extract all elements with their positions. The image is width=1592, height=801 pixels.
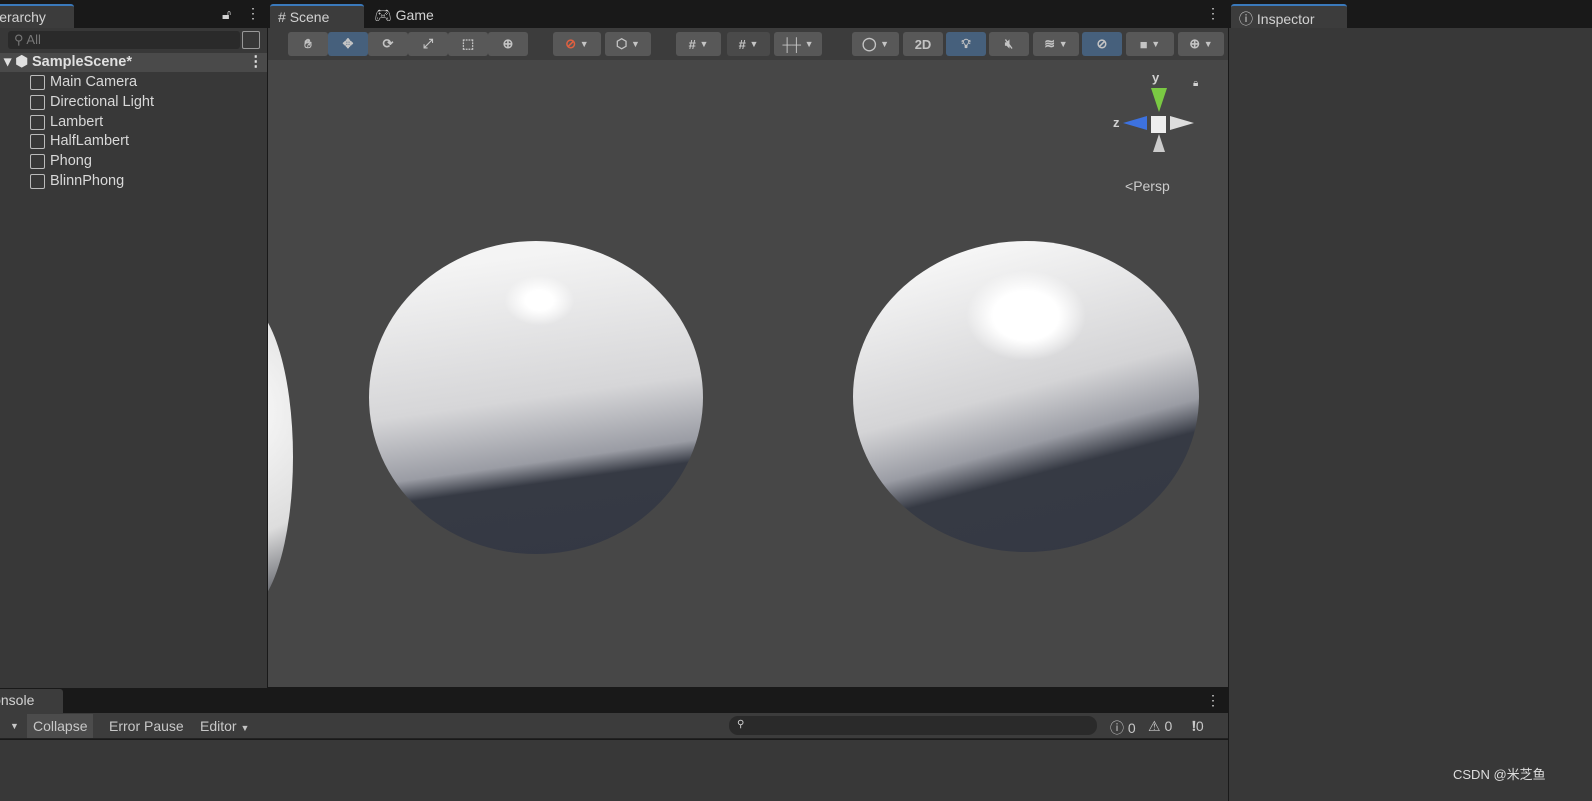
search-options-icon[interactable]	[242, 31, 260, 49]
collapse-button[interactable]: Collapse	[27, 714, 94, 738]
tab-inspector[interactable]: ⓘ Inspector	[1231, 4, 1347, 28]
console-log-area[interactable]	[0, 740, 1228, 801]
warning-icon: ⚠	[1148, 718, 1161, 734]
sphere-halflambert[interactable]	[369, 241, 703, 554]
gizmo-y-axis[interactable]	[1151, 88, 1167, 112]
gizmo-y-label: y	[1152, 70, 1160, 85]
scale-tool[interactable]: ⤢	[408, 32, 448, 56]
scene-row[interactable]: ▾ ⬢ SampleScene* ⋮	[0, 53, 267, 72]
lighting-toggle[interactable]: 💡︎	[946, 32, 986, 56]
gameobject-icon	[30, 153, 45, 169]
warning-count: 0	[1164, 718, 1173, 734]
scene-menu-icon[interactable]: ⋮	[249, 54, 264, 70]
audio-toggle[interactable]: 🔇︎	[989, 32, 1029, 56]
item-label: BlinnPhong	[50, 173, 125, 189]
visibility-toggle[interactable]: ⊘	[1082, 32, 1122, 56]
snap-dropdown[interactable]: # ▼	[727, 32, 770, 56]
lock-icon[interactable]: 🔓︎	[222, 6, 231, 23]
info-icon: ⓘ	[1239, 11, 1253, 27]
tab-label: Game	[395, 7, 434, 23]
list-item[interactable]: Main Camera	[30, 74, 137, 90]
gameobject-icon	[30, 173, 45, 189]
hand-tool[interactable]: ✋︎	[288, 32, 328, 56]
camera-dropdown[interactable]: ■ ▼	[1126, 32, 1174, 56]
item-label: Lambert	[50, 114, 104, 130]
gizmo-z-label: z	[1113, 115, 1120, 130]
hierarchy-search[interactable]: ⚲ All	[8, 31, 240, 49]
effects-dropdown[interactable]: ≋ ▼	[1033, 32, 1079, 56]
tab-console[interactable]: Console	[0, 689, 63, 713]
rect-tool[interactable]: ⬚	[448, 32, 488, 56]
tab-game[interactable]: 🎮︎ Game	[366, 4, 442, 28]
gizmo-center-cube[interactable]	[1151, 116, 1166, 133]
sphere-lambert[interactable]	[268, 302, 293, 612]
search-placeholder: All	[26, 32, 41, 47]
gameobject-icon	[30, 74, 45, 90]
tab-label: Inspector	[1256, 11, 1315, 27]
grid-dropdown[interactable]: # ▼	[676, 32, 721, 56]
more-menu-icon[interactable]: ⋮	[1206, 5, 1220, 22]
gizmo-neg-y-axis[interactable]	[1153, 134, 1165, 152]
watermark: CSDN @米芝鱼	[1453, 767, 1546, 782]
gamepad-icon: 🎮︎	[374, 7, 392, 23]
increment-snap-dropdown[interactable]: ┼┼ ▼	[774, 32, 822, 56]
log-count: 0	[1127, 720, 1136, 736]
projection-text: Persp	[1133, 178, 1170, 194]
item-label: Directional Light	[50, 94, 154, 110]
pivot-dropdown[interactable]: ⊘ ▼	[553, 32, 601, 56]
editor-label: Editor	[200, 718, 237, 734]
orientation-gizmo[interactable]: y z 🔒︎ <Persp	[1113, 70, 1213, 210]
gizmo-lock-icon[interactable]: 🔒︎	[1193, 78, 1198, 89]
editor-dropdown[interactable]: Editor ▼	[194, 714, 255, 738]
list-item[interactable]: Lambert	[30, 114, 103, 130]
log-count-toggle[interactable]: ⓘ 0	[1104, 714, 1142, 738]
item-label: Main Camera	[50, 74, 138, 90]
error-count: 0	[1195, 718, 1204, 734]
gizmo-x-axis[interactable]	[1170, 116, 1194, 130]
sphere-phong[interactable]	[853, 241, 1199, 552]
log-icon: ⓘ	[1110, 720, 1124, 736]
global-dropdown[interactable]: ⬡ ▼	[605, 32, 651, 56]
2d-toggle[interactable]: 2D	[903, 32, 943, 56]
scene-name: SampleScene*	[32, 54, 132, 70]
tab-scene[interactable]: # Scene	[270, 4, 364, 28]
scene-viewport[interactable]: y z 🔒︎ <Persp	[268, 60, 1228, 687]
gameobject-icon	[30, 133, 45, 149]
unity-icon: ⬢	[15, 54, 28, 70]
item-label: HalfLambert	[50, 133, 129, 149]
tab-label: Scene	[289, 9, 330, 25]
list-item[interactable]: BlinnPhong	[30, 173, 124, 189]
inspector-panel	[1229, 28, 1592, 801]
warning-count-toggle[interactable]: ⚠ 0	[1142, 714, 1178, 738]
gizmo-z-axis[interactable]	[1123, 116, 1147, 130]
error-pause-button[interactable]: Error Pause	[103, 714, 190, 738]
list-item[interactable]: Phong	[30, 153, 92, 169]
rotate-tool[interactable]: ⟳	[368, 32, 408, 56]
more-menu-icon[interactable]: ⋮	[246, 5, 260, 22]
shading-mode-dropdown[interactable]: ◯ ▼	[852, 32, 899, 56]
console-search[interactable]: ⚲	[729, 716, 1097, 735]
item-label: Phong	[50, 153, 92, 169]
move-tool[interactable]: ✥	[328, 32, 368, 56]
tab-hierarchy[interactable]: Hierarchy	[0, 4, 74, 28]
gameobject-icon	[30, 114, 45, 130]
projection-label[interactable]: <Persp	[1125, 178, 1170, 194]
more-menu-icon[interactable]: ⋮	[1206, 692, 1220, 709]
gameobject-icon	[30, 94, 45, 110]
transform-tool[interactable]: ⊕	[488, 32, 528, 56]
error-count-toggle[interactable]: ❗︎0	[1186, 714, 1210, 738]
list-item[interactable]: HalfLambert	[30, 133, 129, 149]
gizmos-dropdown[interactable]: ⊕ ▼	[1178, 32, 1224, 56]
clear-dropdown[interactable]: ▼	[4, 714, 25, 738]
list-item[interactable]: Directional Light	[30, 94, 154, 110]
